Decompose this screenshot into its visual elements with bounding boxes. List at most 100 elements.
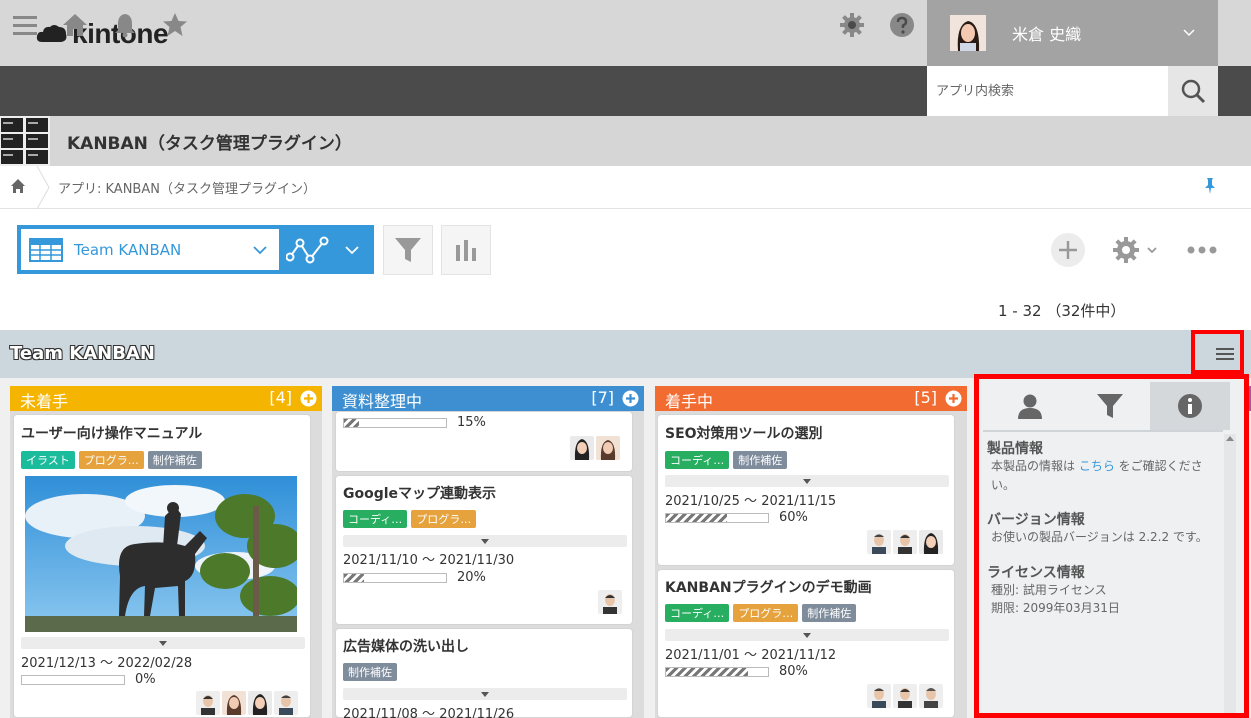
add-card-icon[interactable] <box>945 390 962 407</box>
card-expander[interactable] <box>343 688 627 700</box>
card-date-range: 2021/11/08 ～ 2021/11/26 <box>343 707 515 718</box>
kanban-card[interactable]: Googleマップ連動表示 コーディ… プログラ… 2021/11/10 ～ 2… <box>335 475 633 625</box>
panel-highlight-box <box>974 374 1249 718</box>
help-icon[interactable] <box>889 12 915 38</box>
avatar <box>222 691 246 715</box>
assignee-avatars <box>570 436 620 460</box>
card-tags: コーディ… 制作補佐 <box>665 451 788 469</box>
star-icon[interactable] <box>162 12 188 38</box>
tag: 制作補佐 <box>147 451 202 469</box>
tag: コーディ… <box>665 604 730 622</box>
avatar <box>248 691 272 715</box>
avatar <box>919 530 943 554</box>
card-expander[interactable] <box>343 535 627 547</box>
app-icon <box>0 116 50 166</box>
view-dropdown[interactable]: Team KANBAN <box>21 229 279 270</box>
card-expander[interactable] <box>665 475 949 487</box>
progress-bar <box>343 418 447 428</box>
assignee-avatars <box>196 691 298 715</box>
card-date-range: 2021/11/01 ～ 2021/11/12 <box>665 648 837 663</box>
kanban-card[interactable]: KANBANプラグインのデモ動画 コーディ… プログラ… 制作補佐 2021/1… <box>657 569 955 718</box>
add-record-button[interactable] <box>1050 232 1086 268</box>
breadcrumb-app-link[interactable]: アプリ: KANBAN（タスク管理プラグイン） <box>58 178 316 197</box>
avatar <box>919 684 943 708</box>
assignee-avatars <box>598 590 622 614</box>
kintone-logo[interactable]: kintone <box>36 18 169 50</box>
column-name: 資料整理中 <box>342 392 423 411</box>
column-header: 資料整理中 [7] <box>332 386 644 411</box>
tag: イラスト <box>21 451 75 469</box>
tag: プログラ… <box>78 451 144 469</box>
column-header: 着手中 [5] <box>655 386 967 411</box>
chevron-down-icon <box>1183 29 1195 37</box>
progress-percent: 60% <box>779 510 808 525</box>
tag: 制作補佐 <box>343 663 397 681</box>
card-tags: コーディ… プログラ… <box>343 510 477 528</box>
progress-bar <box>665 513 769 523</box>
board-title: Team KANBAN <box>10 343 155 364</box>
settings-button[interactable] <box>1108 232 1160 268</box>
gear-icon[interactable] <box>839 12 865 38</box>
card-photo-statue <box>25 476 297 632</box>
pin-icon[interactable] <box>1201 177 1219 195</box>
avatar <box>893 684 917 708</box>
column-header: 未着手 [4] <box>10 386 322 411</box>
view-name: Team KANBAN <box>74 240 182 259</box>
progress-bar <box>21 675 125 685</box>
kanban-card[interactable]: SEO対策用ツールの選別 コーディ… 制作補佐 2021/10/25 ～ 202… <box>657 414 955 566</box>
search-button[interactable] <box>1168 66 1218 116</box>
user-menu[interactable]: 米倉 史織 <box>927 0 1218 66</box>
record-count: 1 - 32 （32件中） <box>998 302 1126 320</box>
chevron-down-icon[interactable] <box>344 244 360 256</box>
search-icon <box>1181 79 1206 104</box>
tag: プログラ… <box>411 510 477 528</box>
more-icon[interactable] <box>1184 232 1220 268</box>
column-name: 着手中 <box>665 392 714 411</box>
progress-percent: 0% <box>135 672 156 687</box>
card-title: Googleマップ連動表示 <box>343 486 497 502</box>
column-name: 未着手 <box>20 392 69 411</box>
graph-icon[interactable] <box>286 233 330 267</box>
avatar <box>867 530 891 554</box>
kanban-card[interactable]: 広告媒体の洗い出し 制作補佐 2021/11/08 ～ 2021/11/26 <box>335 628 633 718</box>
card-title: KANBANプラグインのデモ動画 <box>665 580 872 596</box>
card-expander[interactable] <box>21 637 305 649</box>
card-date-range: 2021/12/13 ～ 2022/02/28 <box>21 656 193 671</box>
progress-percent: 20% <box>457 570 486 585</box>
progress-bar <box>665 667 769 677</box>
card-title: SEO対策用ツールの選別 <box>665 426 823 442</box>
menu-icon[interactable] <box>12 12 38 38</box>
search-input[interactable] <box>927 66 1168 116</box>
chevron-down-icon[interactable] <box>252 244 268 256</box>
tag: コーディ… <box>343 510 408 528</box>
avatar <box>196 691 220 715</box>
avatar <box>867 684 891 708</box>
graph-button[interactable] <box>441 225 491 275</box>
menu-highlight-box <box>1191 330 1244 374</box>
kanban-card[interactable]: 15% <box>335 411 633 472</box>
card-expander[interactable] <box>665 629 949 641</box>
table-view-icon <box>29 237 63 262</box>
user-avatar <box>950 15 986 51</box>
tag: コーディ… <box>665 451 730 469</box>
board-header <box>0 330 1251 378</box>
home-icon[interactable] <box>62 12 88 38</box>
tag: 制作補佐 <box>802 604 857 622</box>
assignee-avatars <box>867 530 943 554</box>
card-title: ユーザー向け操作マニュアル <box>21 426 203 442</box>
progress-bar <box>343 573 447 583</box>
bar-chart-icon <box>456 240 476 261</box>
tag: プログラ… <box>733 604 799 622</box>
breadcrumb-separator <box>36 166 50 209</box>
home-icon[interactable] <box>10 178 26 194</box>
avatar <box>596 436 620 460</box>
card-title: 広告媒体の洗い出し <box>343 639 469 655</box>
card-date-range: 2021/11/10 ～ 2021/11/30 <box>343 553 515 568</box>
column-count: [5] <box>914 388 937 407</box>
filter-button[interactable] <box>383 225 433 275</box>
add-card-icon[interactable] <box>622 390 639 407</box>
bell-icon[interactable] <box>112 12 138 38</box>
avatar <box>598 590 622 614</box>
add-card-icon[interactable] <box>300 390 317 407</box>
assignee-avatars <box>867 684 943 708</box>
